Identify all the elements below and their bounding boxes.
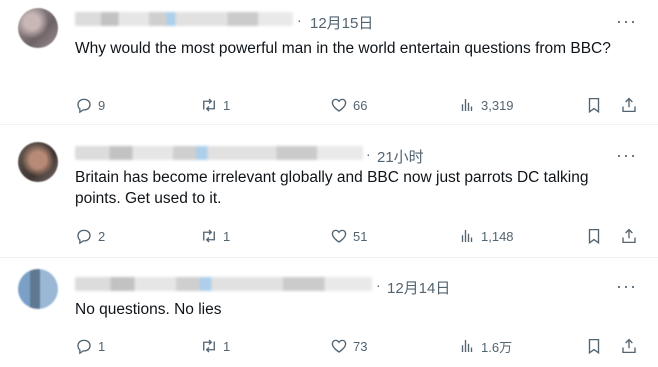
tweet-actions: 9 1 66 3,319 — [75, 95, 645, 115]
user-name-blurred[interactable] — [75, 146, 363, 160]
share-icon — [622, 338, 636, 354]
share-button[interactable] — [620, 336, 638, 356]
share-button[interactable] — [620, 226, 638, 246]
reply-icon — [77, 229, 91, 245]
more-icon[interactable]: ··· — [616, 12, 636, 34]
reply-count: 1 — [98, 338, 106, 354]
share-icon — [622, 97, 636, 113]
timestamp[interactable]: 12月14日 — [387, 277, 450, 298]
reply-count: 9 — [98, 97, 106, 113]
reply-button[interactable]: 9 — [75, 95, 105, 115]
separator-dot: · — [376, 277, 381, 293]
more-icon[interactable]: ··· — [616, 277, 636, 299]
share-button[interactable] — [620, 95, 638, 115]
like-count: 73 — [353, 338, 368, 354]
reply-button[interactable]: 2 — [75, 226, 105, 246]
tweet[interactable]: · 21小时 ··· Britain has become irrelevant… — [0, 125, 658, 258]
analytics-icon — [461, 230, 473, 242]
bookmark-button[interactable] — [585, 95, 603, 115]
views-button[interactable]: 3,319 — [458, 95, 514, 115]
views-button[interactable]: 1,148 — [458, 226, 514, 246]
analytics-icon — [461, 99, 473, 111]
like-button[interactable]: 66 — [330, 95, 367, 115]
retweet-button[interactable]: 1 — [200, 95, 230, 115]
tweet[interactable]: · 12月15日 ··· Why would the most powerful… — [0, 0, 658, 125]
reply-icon — [77, 339, 91, 355]
share-icon — [622, 228, 636, 244]
retweet-count: 1 — [223, 338, 231, 354]
heart-icon — [331, 339, 347, 353]
retweet-icon — [203, 98, 215, 112]
reply-feed: · 12月15日 ··· Why would the most powerful… — [0, 0, 658, 367]
retweet-icon — [203, 229, 215, 243]
bookmark-icon — [588, 338, 600, 355]
views-count: 1.6万 — [481, 339, 513, 355]
like-button[interactable]: 73 — [330, 336, 367, 356]
views-button[interactable]: 1.6万 — [458, 336, 512, 356]
tweet[interactable]: · 12月14日 ··· No questions. No lies 1 1 7… — [0, 258, 658, 367]
separator-dot: · — [366, 146, 371, 162]
views-count: 1,148 — [481, 228, 514, 244]
retweet-count: 1 — [223, 228, 231, 244]
more-icon[interactable]: ··· — [616, 146, 636, 168]
separator-dot: · — [297, 12, 302, 28]
reply-count: 2 — [98, 228, 106, 244]
avatar[interactable] — [18, 8, 58, 48]
avatar[interactable] — [18, 269, 58, 309]
tweet-text: Why would the most powerful man in the w… — [75, 40, 611, 57]
bookmark-icon — [588, 228, 600, 245]
user-name-blurred[interactable] — [75, 12, 293, 26]
avatar[interactable] — [18, 142, 58, 182]
reply-icon — [77, 98, 91, 114]
tweet-text: Britain has become irrelevant globally a… — [75, 169, 589, 207]
like-count: 66 — [353, 97, 368, 113]
like-count: 51 — [353, 228, 368, 244]
heart-icon — [331, 229, 347, 243]
views-count: 3,319 — [481, 97, 514, 113]
bookmark-icon — [588, 97, 600, 114]
tweet-actions: 2 1 51 1,148 — [75, 226, 645, 246]
retweet-button[interactable]: 1 — [200, 226, 230, 246]
retweet-button[interactable]: 1 — [200, 336, 230, 356]
bookmark-button[interactable] — [585, 336, 603, 356]
tweet-actions: 1 1 73 1.6万 — [75, 336, 645, 356]
heart-icon — [331, 98, 347, 112]
timestamp[interactable]: 12月15日 — [310, 12, 373, 33]
like-button[interactable]: 51 — [330, 226, 367, 246]
tweet-text: No questions. No lies — [75, 301, 222, 318]
user-name-blurred[interactable] — [75, 277, 372, 291]
analytics-icon — [461, 340, 473, 352]
timestamp[interactable]: 21小时 — [377, 146, 424, 167]
retweet-count: 1 — [223, 97, 231, 113]
bookmark-button[interactable] — [585, 226, 603, 246]
retweet-icon — [203, 339, 215, 353]
reply-button[interactable]: 1 — [75, 336, 105, 356]
